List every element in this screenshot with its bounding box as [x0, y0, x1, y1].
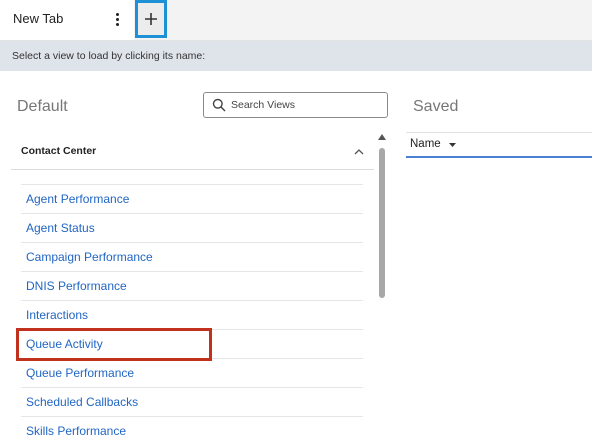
scrollbar-thumb[interactable]	[379, 148, 385, 298]
view-item-campaign-performance[interactable]: Campaign Performance	[21, 242, 363, 271]
search-icon	[212, 98, 226, 112]
scroll-up-arrow-icon[interactable]	[378, 134, 386, 140]
name-column-label: Name	[410, 138, 441, 150]
view-list-scrollbar[interactable]	[377, 134, 387, 444]
group-label: Contact Center	[21, 145, 97, 157]
view-item-skills-performance[interactable]: Skills Performance	[21, 416, 363, 445]
tab-title: New Tab	[13, 11, 64, 26]
view-item-queue-performance[interactable]: Queue Performance	[21, 358, 363, 387]
view-item-queue-activity[interactable]: Queue Activity	[21, 329, 363, 358]
search-views-input[interactable]	[231, 99, 371, 111]
view-list: Agent Performance Agent Status Campaign …	[21, 184, 363, 445]
sort-down-caret-icon[interactable]	[449, 143, 456, 147]
tab-new-tab[interactable]: New Tab	[0, 0, 134, 40]
default-section-title: Default	[17, 98, 68, 115]
group-header-contact-center[interactable]: Contact Center	[11, 134, 374, 170]
chevron-up-icon[interactable]	[354, 148, 364, 155]
search-views-field[interactable]	[203, 92, 388, 118]
tab-menu-icon[interactable]	[110, 8, 124, 30]
tab-bar: New Tab	[0, 0, 592, 41]
plus-icon	[145, 13, 157, 25]
add-tab-button[interactable]	[135, 0, 167, 38]
view-item-dnis-performance[interactable]: DNIS Performance	[21, 271, 363, 300]
saved-section-title: Saved	[413, 98, 459, 115]
saved-name-column-header[interactable]: Name	[406, 132, 592, 158]
view-item-interactions[interactable]: Interactions	[21, 300, 363, 329]
view-item-scheduled-callbacks[interactable]: Scheduled Callbacks	[21, 387, 363, 416]
view-item-agent-status[interactable]: Agent Status	[21, 213, 363, 242]
instruction-banner: Select a view to load by clicking its na…	[0, 41, 592, 71]
view-item-agent-performance[interactable]: Agent Performance	[21, 184, 363, 213]
